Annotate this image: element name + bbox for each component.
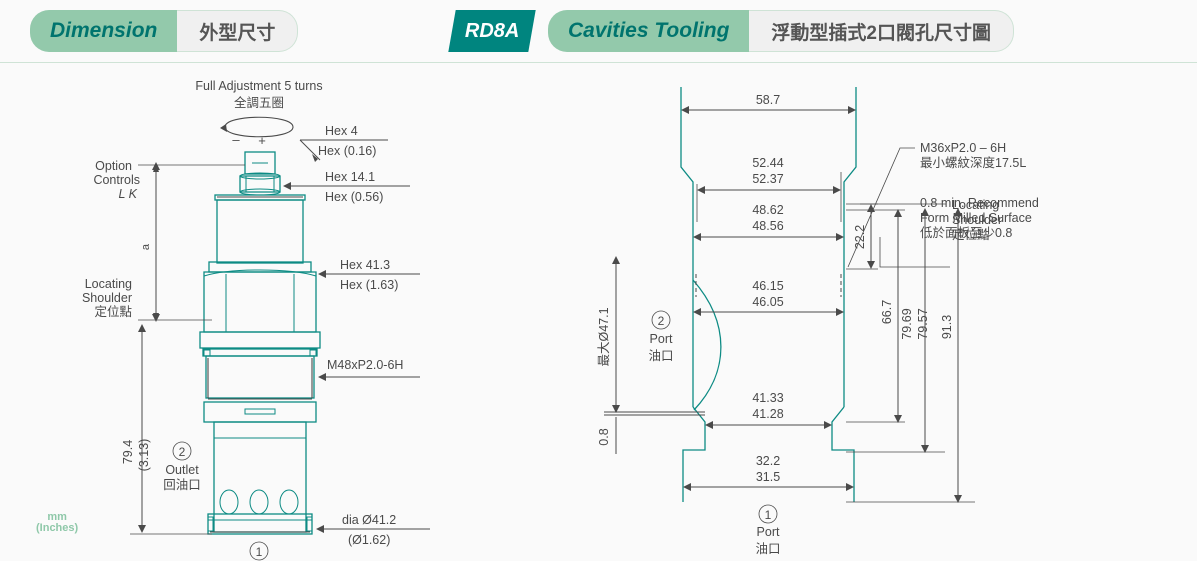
right-port1-zh: 油口 — [755, 542, 780, 556]
unit-note-inches: (Inches) — [36, 522, 79, 534]
right-horizontal-dims: 58.7 52.44 52.37 48.62 48.56 46.15 46.05… — [681, 93, 856, 491]
dim-66-7-label: 66.7 — [880, 300, 894, 324]
left-dim-overall-inch: (3.13) — [137, 439, 151, 472]
tab-cavities-en[interactable]: Cavities Tooling — [548, 10, 750, 52]
dim-52-37-lower: 52.37 — [752, 172, 783, 186]
right-port2-zh: 油口 — [648, 349, 673, 363]
callout-hex141-line2: Hex (0.56) — [325, 190, 383, 204]
tab-dimension-zh[interactable]: 外型尺寸 — [177, 10, 299, 52]
valve-body — [199, 151, 321, 535]
dim-22-2-label: 22.2 — [853, 225, 867, 249]
dim-46-05-lower: 46.05 — [752, 295, 783, 309]
callout-hex413-line1: Hex 41.3 — [340, 258, 390, 272]
callout-hex4-line2: Hex (0.16) — [318, 144, 376, 158]
left-locating-line2: Shoulder — [82, 291, 132, 305]
left-valve-drawing: Full Adjustment 5 turns 全調五圈 – + Option … — [82, 79, 430, 561]
dim-41-28-lower: 41.28 — [752, 407, 783, 421]
svg-text:+: + — [258, 133, 266, 148]
dim-48-62-upper: 48.62 — [752, 203, 783, 217]
tab-group-code: RD8A — [448, 10, 537, 52]
technical-drawing-svg: .t { fill:#4a4a4a; font-family:"Liberati… — [82, 79, 1039, 561]
right-port2-en: Port — [650, 332, 673, 346]
left-title-zh: 全調五圈 — [234, 95, 284, 110]
dim-max-dia-label: 最大Ø47.1 — [597, 307, 611, 366]
tab-group-dimension: Dimension 外型尺寸 — [30, 10, 299, 52]
callout-hex413-line2: Hex (1.63) — [340, 278, 398, 292]
tab-model-code-label: RD8A — [465, 19, 520, 42]
unit-note: mm (Inches) — [36, 512, 78, 534]
dim-48-56-lower: 48.56 — [752, 219, 783, 233]
thread-note-line1: M36xP2.0 – 6H — [920, 141, 1006, 155]
dim-52-44-upper: 52.44 — [752, 156, 783, 170]
dim-58-7-upper: 58.7 — [756, 93, 780, 107]
tab-cavities-zh[interactable]: 浮動型插式2口閥孔尺寸圖 — [749, 10, 1014, 52]
svg-text:–: – — [232, 132, 240, 147]
right-cavity-drawing: M36xP2.0 – 6H 最小螺紋深度17.5L 0.8 min. Recom… — [597, 87, 1039, 556]
tab-model-code[interactable]: RD8A — [448, 10, 537, 52]
option-controls-line1: Option — [95, 159, 132, 173]
svg-text:2: 2 — [658, 314, 665, 328]
left-outlet-zh: 回油口 — [163, 478, 201, 492]
tab-dimension-en[interactable]: Dimension — [30, 10, 178, 52]
dim-79-57-label: 79.57 — [916, 308, 930, 339]
right-vertical-dims: 22.2 66.7 79.69 79.57 91.3 — [846, 203, 975, 503]
header-bar: Dimension 外型尺寸 RD8A Cavities Tooling 浮動型… — [0, 0, 1197, 62]
left-dim-overall-value: 79.4 — [121, 440, 135, 464]
left-port-labels: 2 Outlet 回油口 1 Inlet . — [163, 441, 269, 561]
left-dim-a: a — [140, 243, 152, 250]
dim-46-15-upper: 46.15 — [752, 279, 783, 293]
dim-79-69-label: 79.69 — [900, 308, 914, 339]
thread-note-line2: 最小螺紋深度17.5L — [920, 155, 1026, 170]
option-controls-line2: Controls — [93, 173, 140, 187]
dim-31-5-lower: 31.5 — [756, 470, 780, 484]
right-port1-en: Port — [757, 525, 780, 539]
svg-text:2: 2 — [179, 445, 186, 459]
callout-dia-line2: (Ø1.62) — [348, 533, 390, 547]
svg-text:1: 1 — [765, 508, 772, 522]
right-locating-line1: Locating — [952, 198, 999, 212]
rotation-arrow-icon: – + — [220, 116, 294, 148]
left-locating-line3: 定位點 — [94, 304, 132, 319]
tab-group-cavities: Cavities Tooling 浮動型插式2口閥孔尺寸圖 — [548, 10, 1014, 52]
dim-0-8-label: 0.8 — [597, 428, 611, 445]
option-controls-line3: L K — [118, 187, 137, 201]
callout-dia-line1: dia Ø41.2 — [342, 513, 396, 527]
dim-32-2-upper: 32.2 — [756, 454, 780, 468]
right-port-labels: 2 Port 油口 1 Port 油口 — [648, 310, 781, 556]
left-title-en: Full Adjustment 5 turns — [195, 79, 322, 93]
left-outlet-en: Outlet — [165, 463, 199, 477]
dim-91-3-label: 91.3 — [940, 315, 954, 339]
svg-text:1: 1 — [256, 545, 263, 559]
left-callouts: Hex 4 Hex (0.16) Hex 14.1 Hex (0.56) Hex… — [283, 124, 430, 547]
callout-hex4-line1: Hex 4 — [325, 124, 358, 138]
callout-hex141-line1: Hex 14.1 — [325, 170, 375, 184]
callout-thread: M48xP2.0-6H — [327, 358, 403, 372]
drawing-area: .t { fill:#4a4a4a; font-family:"Liberati… — [0, 62, 1197, 561]
dim-41-33-upper: 41.33 — [752, 391, 783, 405]
page-root: Dimension 外型尺寸 RD8A Cavities Tooling 浮動型… — [0, 0, 1197, 561]
left-locating-line1: Locating — [85, 277, 132, 291]
